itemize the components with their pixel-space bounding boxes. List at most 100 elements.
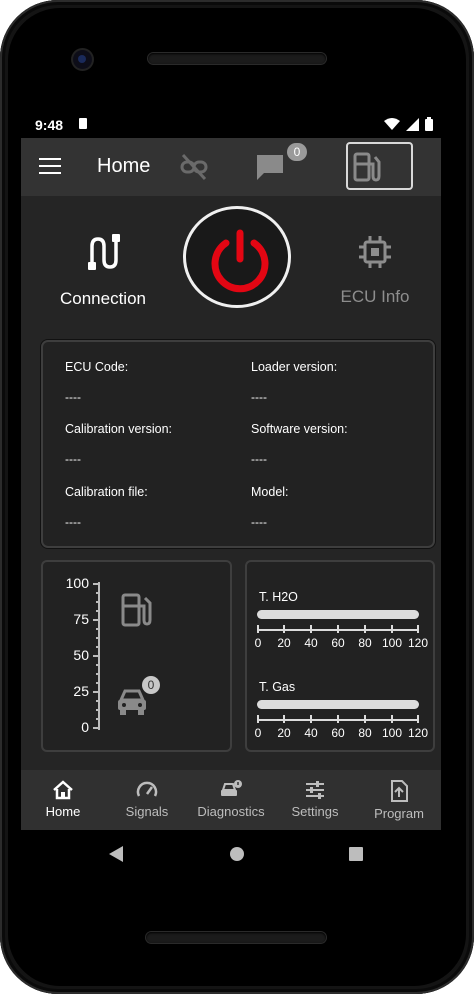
gauge-tick-25: 25 bbox=[73, 683, 89, 699]
h2o-temp-label: T. H2O bbox=[259, 590, 298, 604]
home-content: Connection ECU Info ECU Code: ---- Loade… bbox=[21, 196, 441, 770]
h2o-scale-tick bbox=[310, 625, 312, 633]
menu-icon[interactable] bbox=[39, 158, 61, 174]
connection-label: Connection bbox=[59, 289, 146, 308]
h2o-scale-20: 20 bbox=[277, 636, 291, 650]
connection-button[interactable]: Connection bbox=[41, 234, 165, 309]
fuel-mode-button[interactable] bbox=[346, 142, 413, 190]
gauge-tick-75: 75 bbox=[73, 611, 89, 627]
software-version-label: Software version: bbox=[251, 422, 348, 436]
home-icon bbox=[53, 780, 73, 800]
chip-icon bbox=[359, 236, 391, 268]
nav-home-label: Home bbox=[45, 804, 81, 819]
temperature-card: T. H2O 0 20 40 60 80 100 120 T. Gas 0 20… bbox=[245, 560, 435, 752]
status-bar: 9:48 bbox=[21, 110, 441, 138]
h2o-scale-tick bbox=[337, 625, 339, 633]
ecu-code-label: ECU Code: bbox=[65, 360, 129, 374]
gauge-axis bbox=[93, 582, 100, 730]
gas-scale-tick bbox=[283, 715, 285, 723]
message-count-badge: 0 bbox=[287, 143, 307, 161]
diagnostic-count-badge: 0 bbox=[142, 676, 160, 694]
ecu-info-card: ECU Code: ---- Loader version: ---- Cali… bbox=[41, 340, 435, 548]
nav-home[interactable]: Home bbox=[21, 770, 105, 830]
ecu-info-button[interactable]: ECU Info bbox=[321, 234, 429, 307]
home-button[interactable] bbox=[230, 847, 244, 861]
nav-settings-label: Settings bbox=[291, 804, 339, 819]
gas-scale-60: 60 bbox=[331, 726, 345, 740]
signal-icon bbox=[406, 117, 419, 131]
h2o-scale-60: 60 bbox=[331, 636, 345, 650]
app-bar: Home 0 bbox=[21, 138, 441, 196]
nav-signals-label: Signals bbox=[125, 804, 169, 819]
calibration-file-label: Calibration file: bbox=[65, 485, 148, 499]
link-off-icon[interactable] bbox=[179, 153, 209, 181]
h2o-temp-bar bbox=[257, 610, 419, 619]
h2o-scale-120: 120 bbox=[407, 636, 429, 650]
gas-scale-tick bbox=[310, 715, 312, 723]
gas-scale-tick bbox=[391, 715, 393, 723]
battery-icon bbox=[425, 117, 433, 131]
gas-scale-40: 40 bbox=[304, 726, 318, 740]
earpiece-speaker bbox=[148, 53, 326, 64]
gas-scale-tick bbox=[364, 715, 366, 723]
speedometer-icon bbox=[136, 781, 158, 797]
gas-scale-tick bbox=[257, 715, 259, 723]
gas-scale-0: 0 bbox=[254, 726, 262, 740]
car-alert-icon bbox=[221, 780, 242, 796]
model-value: ---- bbox=[251, 515, 267, 529]
gas-scale-20: 20 bbox=[277, 726, 291, 740]
ecu-info-label: ECU Info bbox=[340, 287, 410, 306]
bottom-navigation: Home Signals Diagnostics Settings Progra… bbox=[21, 770, 441, 830]
nav-program[interactable]: Program bbox=[357, 770, 441, 830]
cable-icon bbox=[88, 234, 120, 270]
gas-temp-label: T. Gas bbox=[259, 680, 296, 694]
h2o-scale-0: 0 bbox=[254, 636, 262, 650]
loader-version-value: ---- bbox=[251, 390, 267, 404]
gas-scale-tick bbox=[417, 715, 419, 723]
nav-signals[interactable]: Signals bbox=[105, 770, 189, 830]
front-camera bbox=[73, 50, 92, 69]
calibration-version-label: Calibration version: bbox=[65, 422, 172, 436]
calibration-file-value: ---- bbox=[65, 515, 81, 529]
back-button[interactable] bbox=[109, 846, 123, 862]
gas-scale-tick bbox=[337, 715, 339, 723]
recents-button[interactable] bbox=[349, 847, 363, 861]
nav-settings[interactable]: Settings bbox=[273, 770, 357, 830]
wifi-icon bbox=[384, 118, 400, 130]
gas-temp-bar bbox=[257, 700, 419, 709]
nav-program-label: Program bbox=[374, 806, 424, 821]
fuel-level-card: 100 75 50 25 0 0 bbox=[41, 560, 232, 752]
system-navigation-bar bbox=[21, 830, 441, 878]
gauge-tick-50: 50 bbox=[73, 647, 89, 663]
app-screen: 9:48 Home 0 Connection ECU Info ECU Code… bbox=[21, 110, 441, 830]
message-icon[interactable] bbox=[255, 152, 285, 182]
gas-scale-80: 80 bbox=[358, 726, 372, 740]
power-button[interactable] bbox=[183, 206, 291, 308]
h2o-scale-80: 80 bbox=[358, 636, 372, 650]
software-version-value: ---- bbox=[251, 452, 267, 466]
gauge-tick-0: 0 bbox=[81, 719, 89, 735]
h2o-scale-100: 100 bbox=[381, 636, 403, 650]
h2o-scale-tick bbox=[283, 625, 285, 633]
gas-station-icon bbox=[353, 152, 381, 182]
gauge-tick-100: 100 bbox=[65, 575, 89, 591]
h2o-scale-tick bbox=[257, 625, 259, 633]
page-title: Home bbox=[97, 155, 151, 177]
model-label: Model: bbox=[251, 485, 289, 499]
file-upload-icon bbox=[391, 780, 408, 802]
nav-diagnostics-label: Diagnostics bbox=[197, 804, 265, 819]
gas-scale-100: 100 bbox=[381, 726, 403, 740]
h2o-scale-40: 40 bbox=[304, 636, 318, 650]
sd-card-icon bbox=[79, 118, 87, 129]
gas-scale-120: 120 bbox=[407, 726, 429, 740]
calibration-version-value: ---- bbox=[65, 452, 81, 466]
h2o-scale-tick bbox=[417, 625, 419, 633]
nav-diagnostics[interactable]: Diagnostics bbox=[189, 770, 273, 830]
h2o-scale-tick bbox=[391, 625, 393, 633]
loader-version-label: Loader version: bbox=[251, 360, 338, 374]
tune-icon bbox=[306, 781, 324, 799]
bottom-speaker bbox=[146, 932, 326, 943]
status-time: 9:48 bbox=[35, 117, 64, 133]
ecu-code-value: ---- bbox=[65, 390, 81, 404]
fuel-pump-icon bbox=[121, 593, 152, 627]
